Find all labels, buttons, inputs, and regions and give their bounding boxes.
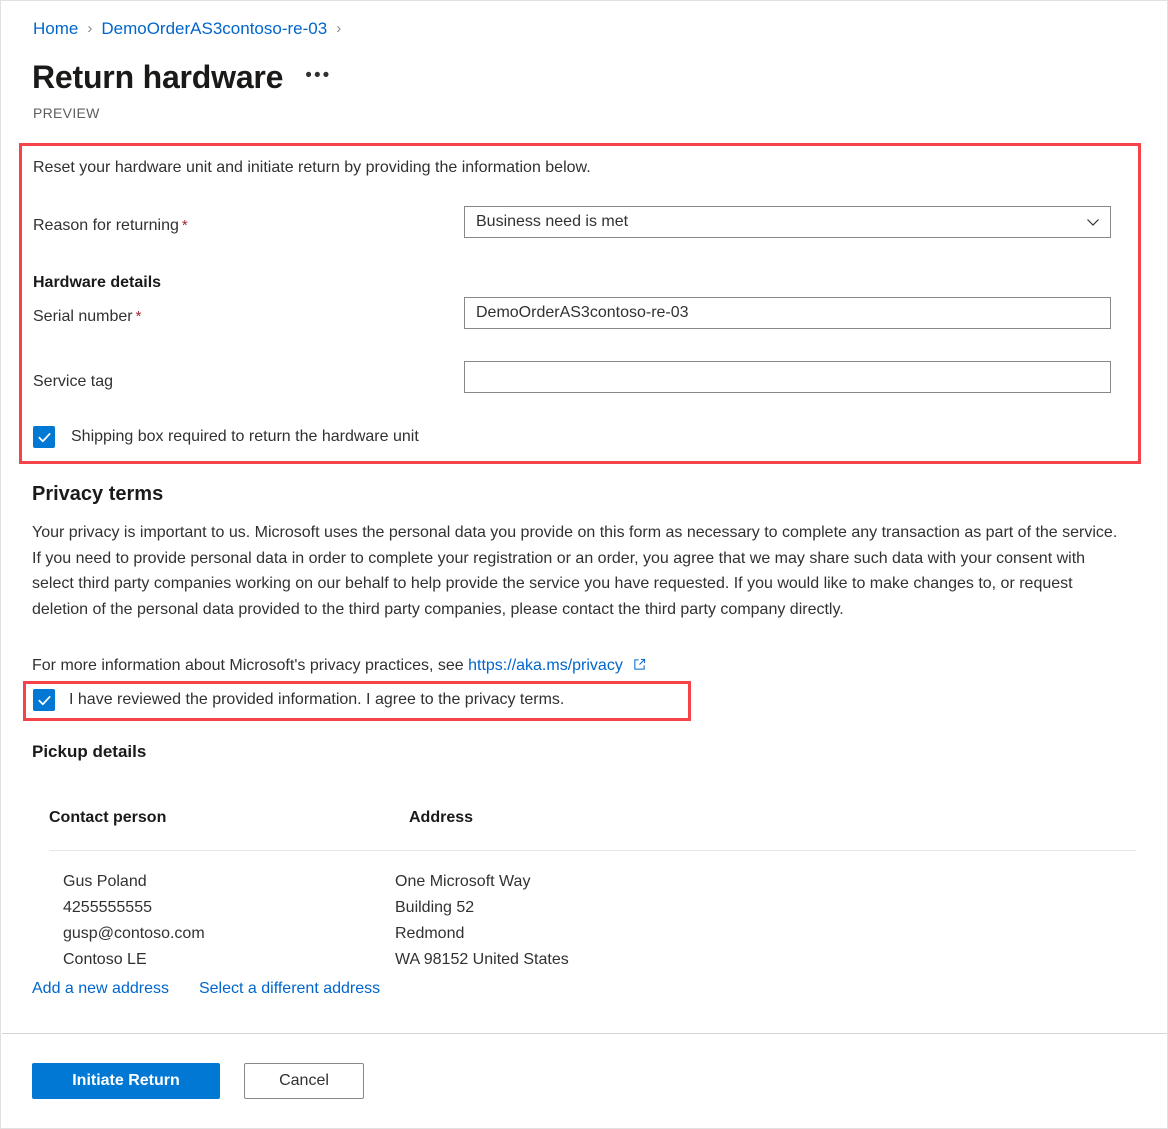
breadcrumb: Home › DemoOrderAS3contoso-re-03 › xyxy=(33,18,350,40)
service-tag-input[interactable] xyxy=(464,361,1111,393)
address-city: Redmond xyxy=(395,925,465,942)
serial-number-label-text: Serial number xyxy=(33,308,133,325)
address-action-links: Add a new address Select a different add… xyxy=(32,978,380,1000)
checkmark-icon xyxy=(33,426,55,448)
initiate-return-button[interactable]: Initiate Return xyxy=(32,1063,220,1099)
more-options-icon[interactable]: ••• xyxy=(305,66,331,85)
reason-label: Reason for returning * xyxy=(33,215,188,237)
serial-number-label: Serial number * xyxy=(33,306,141,328)
hardware-details-heading: Hardware details xyxy=(33,274,162,291)
contact-name: Gus Poland xyxy=(63,873,147,890)
contact-company: Contoso LE xyxy=(63,951,147,968)
cell-contact-person: Gus Poland 4255555555 gusp@contoso.com C… xyxy=(49,869,395,973)
page-title: Return hardware xyxy=(32,59,284,95)
external-link-icon xyxy=(633,656,646,678)
cancel-button[interactable]: Cancel xyxy=(244,1063,364,1099)
privacy-agree-checkbox[interactable]: I have reviewed the provided information… xyxy=(33,689,564,711)
preview-badge: PREVIEW xyxy=(33,105,100,121)
select-different-address-link[interactable]: Select a different address xyxy=(199,978,380,1000)
contact-email: gusp@contoso.com xyxy=(63,925,205,942)
footer-action-bar: Initiate Return Cancel xyxy=(32,1063,364,1099)
breadcrumb-separator-icon: › xyxy=(87,20,93,37)
chevron-down-icon xyxy=(1086,215,1100,229)
column-header-contact-person: Contact person xyxy=(49,809,167,826)
required-marker: * xyxy=(135,308,142,325)
form-intro-text: Reset your hardware unit and initiate re… xyxy=(33,159,591,176)
required-marker: * xyxy=(181,217,188,234)
footer-divider xyxy=(2,1033,1167,1034)
shipping-box-required-checkbox[interactable]: Shipping box required to return the hard… xyxy=(33,426,419,448)
privacy-more-info-text: For more information about Microsoft's p… xyxy=(32,657,464,674)
reason-selected-value: Business need is met xyxy=(476,213,629,230)
reason-label-text: Reason for returning xyxy=(33,217,179,234)
breadcrumb-item-order[interactable]: DemoOrderAS3contoso-re-03 xyxy=(101,18,327,40)
breadcrumb-item-home[interactable]: Home xyxy=(33,18,78,40)
service-tag-label: Service tag xyxy=(33,373,114,390)
pickup-details-table: Contact person Address Gus Poland 425555… xyxy=(49,807,1136,973)
address-street: One Microsoft Way xyxy=(395,873,531,890)
add-new-address-link[interactable]: Add a new address xyxy=(32,978,169,1000)
breadcrumb-separator-icon: › xyxy=(336,20,342,37)
table-row: Gus Poland 4255555555 gusp@contoso.com C… xyxy=(49,851,1136,973)
privacy-terms-heading: Privacy terms xyxy=(32,483,164,505)
privacy-policy-link[interactable]: https://aka.ms/privacy xyxy=(468,657,623,674)
privacy-agree-label: I have reviewed the provided information… xyxy=(69,691,565,708)
reason-for-returning-select[interactable]: Business need is met xyxy=(464,206,1111,238)
privacy-more-info-line: For more information about Microsoft's p… xyxy=(32,655,646,678)
return-hardware-page: Home › DemoOrderAS3contoso-re-03 › Retur… xyxy=(0,0,1168,1129)
column-header-address: Address xyxy=(409,809,474,826)
pickup-details-heading: Pickup details xyxy=(32,742,147,761)
shipping-box-label: Shipping box required to return the hard… xyxy=(71,428,419,445)
page-title-row: Return hardware ••• xyxy=(32,57,331,97)
address-building: Building 52 xyxy=(395,899,475,916)
privacy-terms-body: Your privacy is important to us. Microso… xyxy=(32,524,1118,618)
address-region: WA 98152 United States xyxy=(395,951,569,968)
cell-address: One Microsoft Way Building 52 Redmond WA… xyxy=(395,869,1136,973)
table-header-row: Contact person Address xyxy=(49,807,1136,851)
checkmark-icon xyxy=(33,689,55,711)
contact-phone: 4255555555 xyxy=(63,899,152,916)
serial-number-input[interactable] xyxy=(464,297,1111,329)
